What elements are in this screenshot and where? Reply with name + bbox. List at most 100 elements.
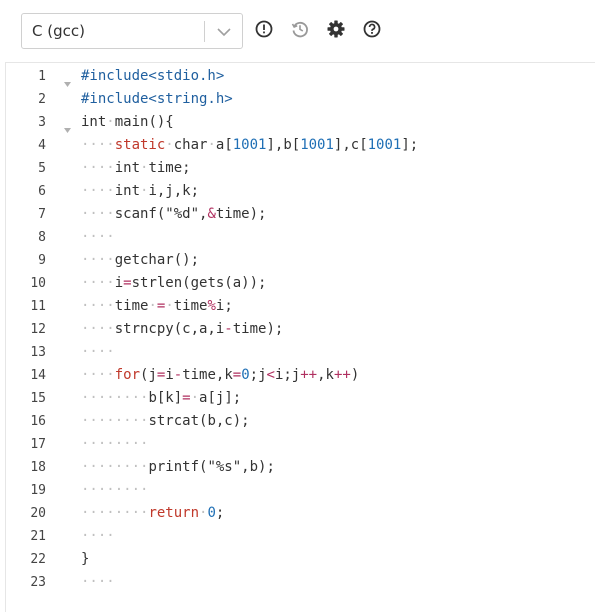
code-line[interactable]: 9 ····getchar(); xyxy=(6,250,591,273)
code-token: scanf("%d", xyxy=(114,206,208,222)
code-token: time xyxy=(114,298,149,314)
code-line[interactable]: 10 ····i=strlen(gets(a)); xyxy=(6,273,591,296)
line-number: 16 xyxy=(30,414,46,429)
code-token: ]; xyxy=(401,137,419,153)
code-token: a[ xyxy=(215,137,233,153)
code-line[interactable]: 5 ····int·time; xyxy=(6,158,591,181)
code-line[interactable]: 14 ····for(j=i-time,k=0;j<i;j++,k++) xyxy=(6,365,591,388)
line-number: 13 xyxy=(30,345,46,360)
line-number: 6 xyxy=(38,184,46,199)
fold-arrow-icon[interactable] xyxy=(64,73,71,87)
whitespace-marker: · xyxy=(190,390,200,406)
gear-icon[interactable] xyxy=(326,19,346,39)
whitespace-marker: · xyxy=(165,298,174,314)
code-line[interactable]: 15 ········b[k]=·a[j]; xyxy=(6,388,591,411)
history-icon[interactable] xyxy=(290,19,310,39)
whitespace-marker: ········ xyxy=(81,413,149,429)
code-token: % xyxy=(207,298,216,314)
code-text: ····scanf("%d",&time); xyxy=(81,206,266,222)
code-token: i;j xyxy=(274,367,301,383)
code-token: ; xyxy=(215,505,225,521)
line-number: 10 xyxy=(30,276,46,291)
code-token: strncpy(c,a,i xyxy=(114,321,225,337)
whitespace-marker: ···· xyxy=(81,137,115,153)
line-number: 15 xyxy=(30,391,46,406)
whitespace-marker: ···· xyxy=(81,367,115,383)
code-line[interactable]: 19 ········ xyxy=(6,480,591,503)
code-line[interactable]: 1 #include<stdio.h> xyxy=(6,66,591,89)
code-line[interactable]: 18 ········printf("%s",b); xyxy=(6,457,591,480)
code-text: ········ xyxy=(81,436,148,452)
code-text: ····strncpy(c,a,i-time); xyxy=(81,321,283,337)
whitespace-marker: ···· xyxy=(81,252,115,268)
whitespace-marker: ···· xyxy=(81,206,115,222)
code-token: time); xyxy=(215,206,267,222)
code-line[interactable]: 4 ····static·char·a[1001],b[1001],c[1001]… xyxy=(6,135,591,158)
code-line[interactable]: 21 ···· xyxy=(6,526,591,549)
whitespace-marker: ···· xyxy=(81,344,115,360)
code-line[interactable]: 12 ····strncpy(c,a,i-time); xyxy=(6,319,591,342)
whitespace-marker: ···· xyxy=(81,275,115,291)
line-number: 17 xyxy=(30,437,46,452)
code-token: ],c[ xyxy=(333,137,368,153)
whitespace-marker: ···· xyxy=(81,574,115,590)
code-token: time; xyxy=(148,160,191,176)
help-icon[interactable] xyxy=(362,19,382,39)
code-line[interactable]: 16 ········strcat(b,c); xyxy=(6,411,591,434)
whitespace-marker: · xyxy=(106,114,115,130)
chevron-down-icon[interactable] xyxy=(215,24,233,38)
line-number: 23 xyxy=(30,575,46,590)
code-line[interactable]: 22} xyxy=(6,549,591,572)
code-token: main(){ xyxy=(114,114,174,130)
code-token: 0 xyxy=(241,367,250,383)
code-token: = xyxy=(182,390,191,406)
code-line[interactable]: 8 ···· xyxy=(6,227,591,250)
code-text: ···· xyxy=(81,574,115,590)
code-token: < xyxy=(266,367,275,383)
code-text: ········ xyxy=(81,482,148,498)
code-text: int·main(){ xyxy=(81,114,174,130)
code-token: & xyxy=(207,206,216,222)
code-line[interactable]: 13 ···· xyxy=(6,342,591,365)
info-icon[interactable] xyxy=(254,19,274,39)
fold-arrow-icon[interactable] xyxy=(64,119,71,133)
code-line[interactable]: 2 #include<string.h> xyxy=(6,89,591,112)
code-line[interactable]: 17 ········ xyxy=(6,434,591,457)
code-token: strcat(b,c); xyxy=(148,413,250,429)
line-number: 5 xyxy=(38,161,46,176)
code-token: int xyxy=(114,183,141,199)
code-line[interactable]: 7 ····scanf("%d",&time); xyxy=(6,204,591,227)
code-token: 1001 xyxy=(232,137,267,153)
code-token: - xyxy=(173,367,183,383)
code-token: int xyxy=(114,160,141,176)
code-token: i; xyxy=(215,298,233,314)
code-text: ···· xyxy=(81,229,115,245)
whitespace-marker: ···· xyxy=(81,183,115,199)
code-text: ········printf("%s",b); xyxy=(81,459,275,475)
code-line[interactable]: 11 ····time·=·time%i; xyxy=(6,296,591,319)
code-lines: 1 #include<stdio.h> 2 #include<string.h> 3 in… xyxy=(6,66,591,595)
code-text: ····static·char·a[1001],b[1001],c[1001]; xyxy=(81,137,418,153)
whitespace-marker: · xyxy=(207,137,216,153)
code-token: b[k] xyxy=(148,390,183,406)
code-token: - xyxy=(224,321,233,337)
code-token: char xyxy=(173,137,208,153)
code-line[interactable]: 23 ···· xyxy=(6,572,591,595)
language-select[interactable]: C (gcc) xyxy=(21,13,243,49)
code-token: ],b[ xyxy=(266,137,301,153)
code-token: ) xyxy=(350,367,360,383)
code-line[interactable]: 3 int·main(){ xyxy=(6,112,591,135)
code-line[interactable]: 20 ········return·0; xyxy=(6,503,591,526)
language-select-value: C (gcc) xyxy=(32,22,85,40)
line-number: 22 xyxy=(30,552,46,567)
code-token: strlen(gets(a)); xyxy=(131,275,267,291)
whitespace-marker: ········ xyxy=(81,459,149,475)
code-text: ····i=strlen(gets(a)); xyxy=(81,275,266,291)
code-text: #include<string.h> xyxy=(81,91,233,107)
code-token: = xyxy=(123,275,132,291)
code-text: ····for(j=i-time,k=0;j<i;j++,k++) xyxy=(81,367,359,383)
line-number: 2 xyxy=(38,92,46,107)
code-line[interactable]: 6 ····int·i,j,k; xyxy=(6,181,591,204)
code-editor[interactable]: 1 #include<stdio.h> 2 #include<string.h> 3 in… xyxy=(5,62,595,612)
code-token: i xyxy=(165,367,174,383)
